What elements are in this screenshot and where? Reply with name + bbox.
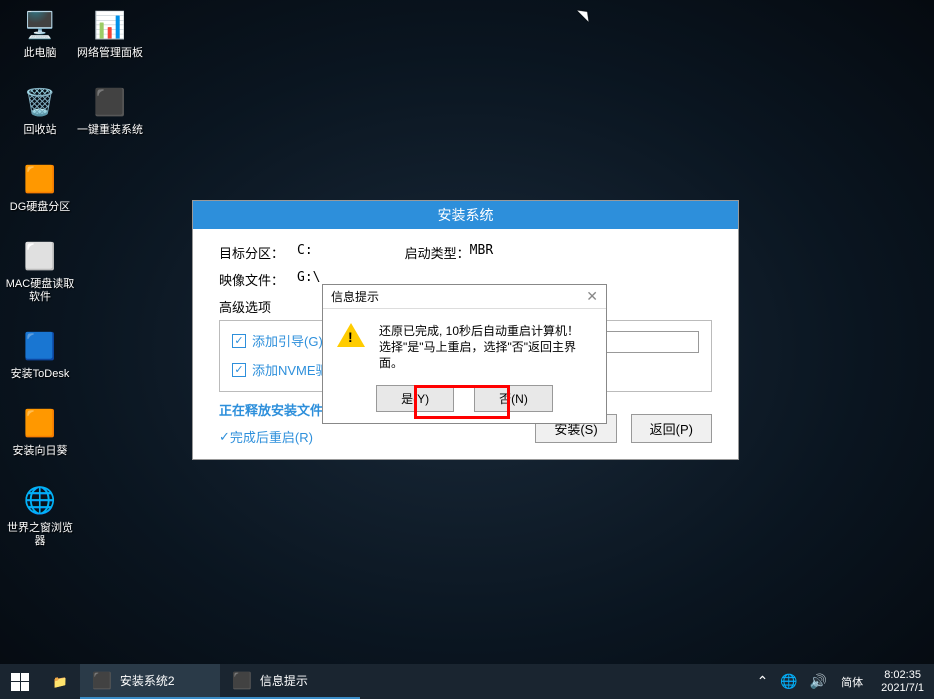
ime-indicator[interactable]: 简体 [833, 674, 871, 690]
dialog-titlebar: 信息提示 ✕ [323, 285, 606, 309]
taskbar: 📁 ⬛ 安装系统2 ⬛ 信息提示 ⌃ 🌐 🔊 简体 8:02:35 2021/7… [0, 664, 934, 699]
boot-type-label: 启动类型： [405, 243, 470, 262]
mac-disk-reader-label: MAC硬盘读取软件 [5, 278, 75, 304]
image-file-label: 映像文件： [219, 270, 297, 289]
desktop-icons: 🖥️ 此电脑 🗑️ 回收站 🟧 DG硬盘分区 ⬜MAC硬盘读取软件 🟦 安装ToDesk 🟧 安装向… [5, 5, 145, 548]
world-browser-icon: 🌐 [20, 480, 60, 520]
target-partition-value: C: [297, 243, 313, 262]
back-button[interactable]: 返回(P) [631, 414, 712, 443]
desktop-icon-network-panel[interactable]: 📊 网络管理面板 [75, 5, 145, 60]
desktop-icon-dg-partition[interactable]: 🟧 DG硬盘分区 [5, 159, 75, 214]
desktop-icon-one-click-reinstall[interactable]: ⬛ 一键重装系统 [75, 82, 145, 137]
yes-button[interactable]: 是(Y) [376, 385, 454, 412]
this-pc-icon: 🖥️ [20, 5, 60, 45]
taskbar-task-install[interactable]: ⬛ 安装系统2 [80, 664, 220, 699]
close-icon[interactable]: ✕ [586, 288, 598, 305]
dialog-msg-line2: 选择"是"马上重启，选择"否"返回主界面。 [379, 339, 592, 371]
boot-type-value: MBR [470, 243, 493, 262]
tray-chevron-icon[interactable]: ⌃ [751, 673, 775, 690]
no-button[interactable]: 否(N) [474, 385, 553, 412]
clock-date: 2021/7/1 [881, 682, 924, 695]
install-todesk-label: 安装ToDesk [11, 368, 70, 381]
dg-partition-icon: 🟧 [20, 159, 60, 199]
warning-icon [337, 323, 365, 351]
recycle-bin-label: 回收站 [24, 124, 57, 137]
world-browser-label: 世界之窗浏览器 [5, 522, 75, 548]
install-sunflower-label: 安装向日葵 [13, 445, 68, 458]
recycle-bin-icon: 🗑️ [20, 82, 60, 122]
taskbar-task-install-label: 安装系统2 [120, 672, 175, 689]
network-panel-label: 网络管理面板 [77, 47, 143, 60]
dialog-message: 还原已完成, 10秒后自动重启计算机！ 选择"是"马上重启，选择"否"返回主界面… [379, 323, 592, 371]
install-sunflower-icon: 🟧 [20, 403, 60, 443]
desktop-icon-world-browser[interactable]: 🌐世界之窗浏览器 [5, 480, 75, 548]
windows-logo-icon [11, 673, 29, 691]
network-panel-icon: 📊 [90, 5, 130, 45]
desktop-icon-recycle-bin[interactable]: 🗑️ 回收站 [5, 82, 75, 137]
task-icon: ⬛ [92, 671, 112, 691]
desktop-icon-mac-disk-reader[interactable]: ⬜MAC硬盘读取软件 [5, 236, 75, 304]
desktop-icon-install-todesk[interactable]: 🟦 安装ToDesk [5, 326, 75, 381]
taskbar-task-dialog-label: 信息提示 [260, 672, 308, 689]
checkbox-reboot-after-label: 完成后重启(R) [230, 427, 313, 446]
taskbar-task-dialog[interactable]: ⬛ 信息提示 [220, 664, 360, 699]
info-dialog: 信息提示 ✕ 还原已完成, 10秒后自动重启计算机！ 选择"是"马上重启，选择"… [322, 284, 607, 424]
start-button[interactable] [0, 664, 40, 699]
dialog-title: 信息提示 [331, 288, 379, 305]
desktop-icon-install-sunflower[interactable]: 🟧 安装向日葵 [5, 403, 75, 458]
clock[interactable]: 8:02:35 2021/7/1 [871, 669, 934, 695]
checkbox-add-boot-label: 添加引导(G): [252, 331, 326, 350]
desktop-icon-this-pc[interactable]: 🖥️ 此电脑 [5, 5, 75, 60]
file-explorer-button[interactable]: 📁 [40, 664, 80, 699]
dg-partition-label: DG硬盘分区 [10, 201, 71, 214]
cursor-icon [577, 6, 593, 22]
progress-status: 正在释放安装文件 [219, 400, 323, 419]
task-icon: ⬛ [232, 671, 252, 691]
window-title: 安装系统 [193, 201, 738, 229]
dialog-msg-line1: 还原已完成, 10秒后自动重启计算机！ [379, 323, 592, 339]
install-todesk-icon: 🟦 [20, 326, 60, 366]
volume-icon[interactable]: 🔊 [804, 673, 833, 690]
this-pc-label: 此电脑 [24, 47, 57, 60]
network-icon[interactable]: 🌐 [774, 673, 803, 690]
image-file-value: G:\ [297, 270, 320, 289]
target-partition-label: 目标分区： [219, 243, 297, 262]
clock-time: 8:02:35 [881, 669, 924, 682]
one-click-reinstall-icon: ⬛ [90, 82, 130, 122]
mac-disk-reader-icon: ⬜ [20, 236, 60, 276]
one-click-reinstall-label: 一键重装系统 [77, 124, 143, 137]
checkbox-add-nvme-label: 添加NVME驱 [252, 360, 329, 379]
